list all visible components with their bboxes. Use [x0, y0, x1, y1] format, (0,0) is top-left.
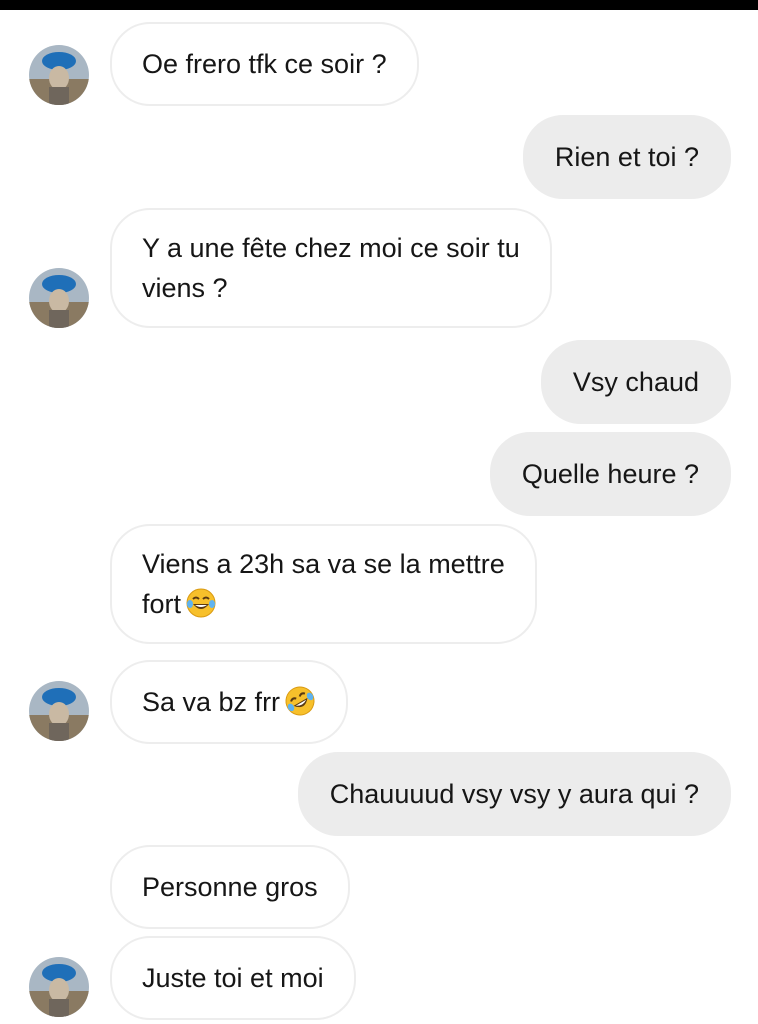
contact-avatar[interactable]: [29, 268, 89, 328]
message-bubble-incoming[interactable]: Personne gros: [110, 845, 350, 929]
message-bubble-incoming[interactable]: Y a une fête chez moi ce soir tu viens ?: [110, 208, 552, 328]
message-text: Chauuuud vsy vsy y aura qui ?: [329, 779, 699, 809]
message-text: Personne gros: [142, 872, 318, 902]
avatar-image: [29, 681, 89, 741]
message-text: Juste toi et moi: [142, 963, 324, 993]
message-text-line: Viens a 23h sa va se la mettre: [142, 549, 505, 579]
message-text: Sa va bz frr: [142, 687, 281, 717]
message-text: fort: [142, 589, 182, 619]
message-text-line-with-emoji: Sa va bz frr: [142, 682, 316, 722]
contact-avatar[interactable]: [29, 45, 89, 105]
message-bubble-outgoing[interactable]: Vsy chaud: [540, 340, 731, 424]
message-bubble-incoming[interactable]: Sa va bz frr: [110, 660, 349, 744]
contact-avatar[interactable]: [29, 681, 89, 741]
message-text-line: viens ?: [142, 273, 228, 303]
message-bubble-outgoing[interactable]: Rien et toi ?: [522, 115, 731, 199]
message-bubble-outgoing[interactable]: Chauuuud vsy vsy y aura qui ?: [297, 752, 731, 836]
face-with-tears-of-joy-icon: [186, 588, 216, 618]
message-text-line-with-emoji: fort: [142, 584, 505, 624]
message-thread[interactable]: Oe frero tfk ce soir ? Rien et toi ? Y a…: [0, 0, 758, 1024]
message-bubble-incoming[interactable]: Oe frero tfk ce soir ?: [110, 22, 419, 106]
message-text: Oe frero tfk ce soir ?: [142, 49, 387, 79]
avatar-image: [29, 957, 89, 1017]
avatar-image: [29, 45, 89, 105]
message-text: Quelle heure ?: [521, 459, 699, 489]
avatar-image: [29, 268, 89, 328]
message-text-line: Y a une fête chez moi ce soir tu: [142, 233, 520, 263]
message-text: Vsy chaud: [572, 367, 699, 397]
message-bubble-incoming[interactable]: Viens a 23h sa va se la mettre fort: [110, 524, 537, 644]
contact-avatar[interactable]: [29, 957, 89, 1017]
message-bubble-incoming[interactable]: Juste toi et moi: [110, 936, 356, 1020]
rolling-on-floor-laughing-icon: [285, 686, 315, 716]
message-bubble-outgoing[interactable]: Quelle heure ?: [489, 432, 731, 516]
message-text: Rien et toi ?: [554, 142, 699, 172]
